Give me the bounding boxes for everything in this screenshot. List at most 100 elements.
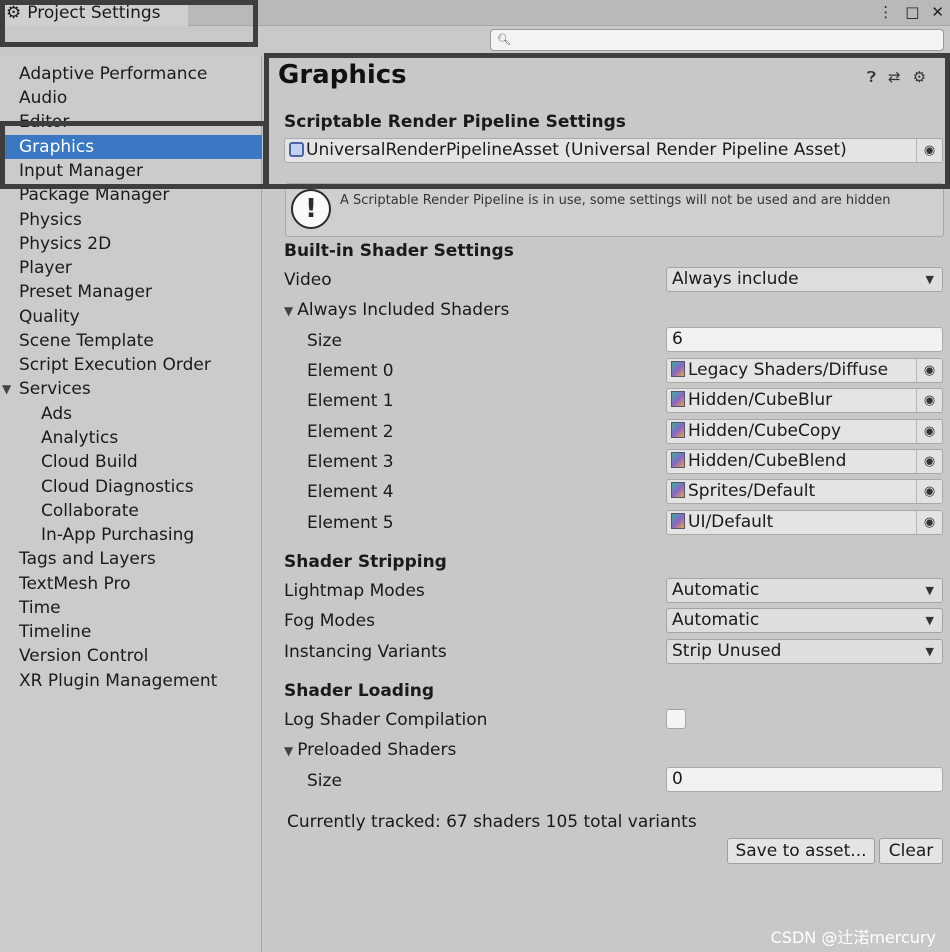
preloaded-size-input[interactable]: 0 — [666, 767, 943, 792]
instancing-value: Strip Unused — [672, 641, 782, 661]
sidebar-item-physics[interactable]: Physics — [0, 208, 262, 232]
element-0-field[interactable]: Legacy Shaders/Diffuse ◉ — [666, 358, 943, 383]
srp-asset-field[interactable]: UniversalRenderPipelineAsset (Universal … — [284, 138, 943, 163]
srp-asset-value: UniversalRenderPipelineAsset (Universal … — [306, 140, 847, 160]
fog-label: Fog Modes — [284, 611, 375, 631]
render-pipeline-asset-icon — [289, 142, 304, 157]
instancing-dropdown[interactable]: Strip Unused ▼ — [666, 639, 943, 664]
search-icon: 🔍︎ — [497, 33, 511, 46]
sidebar-item-preset-manager[interactable]: Preset Manager — [0, 280, 262, 304]
menu-icon[interactable]: ⋮ — [878, 3, 893, 21]
gear-icon: ⚙ — [6, 3, 22, 23]
sidebar-item-editor[interactable]: Editor — [0, 110, 262, 134]
sidebar-item-adaptive-performance[interactable]: Adaptive Performance — [0, 62, 262, 86]
sidebar-item-textmesh-pro[interactable]: TextMesh Pro — [0, 572, 262, 596]
element-value: UI/Default — [688, 512, 774, 532]
chevron-down-icon: ▼ — [925, 645, 934, 658]
shader-icon — [671, 391, 685, 407]
element-1-field[interactable]: Hidden/CubeBlur ◉ — [666, 388, 943, 413]
preset-icon[interactable]: ⇄ — [888, 68, 901, 86]
expand-triangle-icon[interactable]: ▼ — [2, 377, 11, 401]
settings-sidebar: Adaptive Performance Audio Editor Graphi… — [0, 56, 262, 952]
object-picker-icon[interactable]: ◉ — [916, 420, 942, 443]
sidebar-item-label: Services — [19, 379, 91, 399]
close-icon[interactable]: ✕ — [931, 3, 944, 21]
object-picker-icon[interactable]: ◉ — [916, 450, 942, 473]
sidebar-item-services[interactable]: ▼ Services — [0, 377, 262, 401]
object-picker-icon[interactable]: ◉ — [916, 359, 942, 382]
object-picker-icon[interactable]: ◉ — [916, 480, 942, 503]
sidebar-item-audio[interactable]: Audio — [0, 86, 262, 110]
preloaded-size-label: Size — [307, 771, 342, 791]
element-5-field[interactable]: UI/Default ◉ — [666, 510, 943, 535]
lightmap-dropdown[interactable]: Automatic ▼ — [666, 578, 943, 603]
sidebar-item-collaborate[interactable]: Collaborate — [0, 499, 262, 523]
element-label: Element 3 — [307, 452, 394, 472]
sidebar-item-input-manager[interactable]: Input Manager — [0, 159, 262, 183]
warning-icon: ! — [291, 189, 331, 229]
page-title: Graphics — [278, 60, 407, 90]
always-included-label: Always Included Shaders — [297, 300, 510, 320]
chevron-down-icon: ▼ — [925, 273, 934, 286]
preloaded-label: Preloaded Shaders — [297, 740, 457, 760]
project-settings-tab[interactable]: ⚙ Project Settings — [0, 0, 188, 26]
srp-warning-box: ! A Scriptable Render Pipeline is in use… — [285, 183, 944, 237]
sidebar-item-quality[interactable]: Quality — [0, 305, 262, 329]
sidebar-item-cloud-build[interactable]: Cloud Build — [0, 450, 262, 474]
video-label: Video — [284, 270, 332, 290]
always-included-foldout[interactable]: ▼ Always Included Shaders — [284, 300, 509, 320]
sidebar-item-in-app-purchasing[interactable]: In-App Purchasing — [0, 523, 262, 547]
instancing-label: Instancing Variants — [284, 642, 447, 662]
log-compilation-checkbox[interactable] — [666, 709, 686, 729]
foldout-triangle-icon: ▼ — [284, 744, 294, 758]
element-value: Legacy Shaders/Diffuse — [688, 360, 889, 380]
graphics-settings-panel: Graphics ❓︎ ⇄ ⚙ Scriptable Render Pipeli… — [263, 56, 950, 952]
sidebar-item-cloud-diagnostics[interactable]: Cloud Diagnostics — [0, 475, 262, 499]
warning-text: A Scriptable Render Pipeline is in use, … — [340, 193, 891, 208]
shader-icon — [671, 482, 685, 498]
maximize-icon[interactable]: □ — [905, 3, 919, 21]
sidebar-item-physics-2d[interactable]: Physics 2D — [0, 232, 262, 256]
help-icon[interactable]: ❓︎ — [867, 68, 876, 86]
clear-button[interactable]: Clear — [879, 838, 943, 864]
element-label: Element 5 — [307, 513, 394, 533]
save-to-asset-button[interactable]: Save to asset... — [727, 838, 875, 864]
object-picker-icon[interactable]: ◉ — [916, 511, 942, 534]
sidebar-item-package-manager[interactable]: Package Manager — [0, 183, 262, 207]
sidebar-item-xr-plugin-management[interactable]: XR Plugin Management — [0, 669, 262, 693]
element-label: Element 0 — [307, 361, 394, 381]
sidebar-item-ads[interactable]: Ads — [0, 402, 262, 426]
gear-icon[interactable]: ⚙ — [913, 68, 926, 86]
element-value: Hidden/CubeBlur — [688, 390, 833, 410]
element-label: Element 1 — [307, 391, 394, 411]
preloaded-foldout[interactable]: ▼ Preloaded Shaders — [284, 740, 456, 760]
shader-icon — [671, 452, 685, 468]
sidebar-item-script-execution-order[interactable]: Script Execution Order — [0, 353, 262, 377]
sidebar-item-player[interactable]: Player — [0, 256, 262, 280]
sidebar-item-time[interactable]: Time — [0, 596, 262, 620]
shader-size-input[interactable]: 6 — [666, 327, 943, 352]
element-2-field[interactable]: Hidden/CubeCopy ◉ — [666, 419, 943, 444]
object-picker-icon[interactable]: ◉ — [916, 389, 942, 412]
sidebar-item-timeline[interactable]: Timeline — [0, 620, 262, 644]
sidebar-item-tags-and-layers[interactable]: Tags and Layers — [0, 547, 262, 571]
sidebar-item-version-control[interactable]: Version Control — [0, 644, 262, 668]
srp-heading: Scriptable Render Pipeline Settings — [284, 112, 626, 132]
element-4-field[interactable]: Sprites/Default ◉ — [666, 479, 943, 504]
builtin-heading: Built-in Shader Settings — [284, 241, 514, 261]
lightmap-value: Automatic — [672, 580, 760, 600]
search-input[interactable]: 🔍︎ — [490, 29, 944, 51]
fog-value: Automatic — [672, 610, 760, 630]
shader-icon — [671, 513, 685, 529]
fog-dropdown[interactable]: Automatic ▼ — [666, 608, 943, 633]
tab-title: Project Settings — [27, 3, 161, 23]
shader-icon — [671, 422, 685, 438]
video-dropdown[interactable]: Always include ▼ — [666, 267, 943, 292]
sidebar-item-scene-template[interactable]: Scene Template — [0, 329, 262, 353]
sidebar-item-graphics[interactable]: Graphics — [0, 135, 262, 159]
sidebar-item-analytics[interactable]: Analytics — [0, 426, 262, 450]
object-picker-icon[interactable]: ◉ — [916, 139, 942, 162]
video-value: Always include — [672, 269, 799, 289]
foldout-triangle-icon: ▼ — [284, 304, 294, 318]
element-3-field[interactable]: Hidden/CubeBlend ◉ — [666, 449, 943, 474]
